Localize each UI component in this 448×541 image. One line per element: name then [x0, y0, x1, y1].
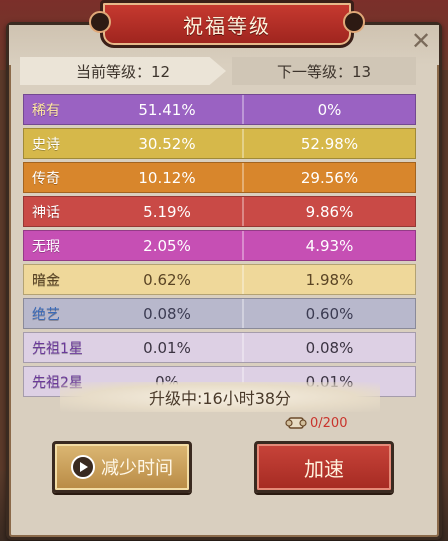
rate-name: 史诗 [32, 136, 60, 153]
rate-current: 30.52% [138, 134, 196, 153]
rate-name: 无瑕 [32, 238, 60, 255]
rate-current: 5.19% [143, 202, 191, 221]
rate-name: 神话 [32, 204, 60, 221]
reduce-time-button[interactable]: 减少时间 [52, 441, 192, 493]
rate-row-myth: 神话 5.19% 9.86% [23, 196, 416, 227]
rate-name: 先祖1星 [32, 340, 83, 357]
dialog-title: 祝福等级 [183, 13, 271, 38]
upgrade-timer: 升级中:16小时38分 [60, 382, 380, 412]
play-icon [71, 455, 95, 479]
rates-table: 稀有 51.41% 0% 史诗 30.52% 52.98% 传奇 10.12% … [23, 94, 416, 400]
speedup-cost: 0/200 [285, 414, 347, 432]
rate-next: 1.98% [242, 265, 415, 294]
next-level: 下一等级：13 [232, 57, 416, 85]
rate-row-dark-gold: 暗金 0.62% 1.98% [23, 264, 416, 295]
rate-name: 绝艺 [32, 306, 60, 323]
reduce-time-label: 减少时间 [101, 458, 173, 479]
rate-row-flawless: 无瑕 2.05% 4.93% [23, 230, 416, 261]
rate-next: 9.86% [242, 197, 415, 226]
rate-next: 29.56% [242, 163, 415, 192]
rate-current: 10.12% [138, 168, 196, 187]
rate-current: 0.08% [143, 304, 191, 323]
rate-name: 暗金 [32, 272, 60, 289]
rate-next: 4.93% [242, 231, 415, 260]
rate-next: 52.98% [242, 129, 415, 158]
rate-next: 0% [242, 95, 415, 124]
rate-name: 稀有 [32, 102, 60, 119]
rate-row-ancestor-1-star: 先祖1星 0.01% 0.08% [23, 332, 416, 363]
rate-current: 2.05% [143, 236, 191, 255]
cost-value: 0/200 [310, 415, 348, 431]
rate-next: 0.08% [242, 333, 415, 362]
rate-name: 传奇 [32, 170, 60, 187]
rate-current: 51.41% [138, 100, 196, 119]
rate-row-epic: 史诗 30.52% 52.98% [23, 128, 416, 159]
speed-up-label: 加速 [304, 456, 344, 481]
current-level: 当前等级：12 [20, 57, 226, 85]
rate-next: 0.60% [242, 299, 415, 328]
level-header: 当前等级：12 下一等级：13 [20, 57, 416, 85]
rate-current: 0.01% [143, 338, 191, 357]
rate-current: 0.62% [143, 270, 191, 289]
rate-row-rare: 稀有 51.41% 0% [23, 94, 416, 125]
speed-up-button[interactable]: 加速 [254, 441, 394, 493]
title-banner: 祝福等级 [89, 0, 365, 48]
close-icon[interactable]: ✕ [408, 28, 434, 54]
rate-row-peerless: 绝艺 0.08% 0.60% [23, 298, 416, 329]
scroll-icon [285, 414, 307, 432]
rate-row-legend: 传奇 10.12% 29.56% [23, 162, 416, 193]
